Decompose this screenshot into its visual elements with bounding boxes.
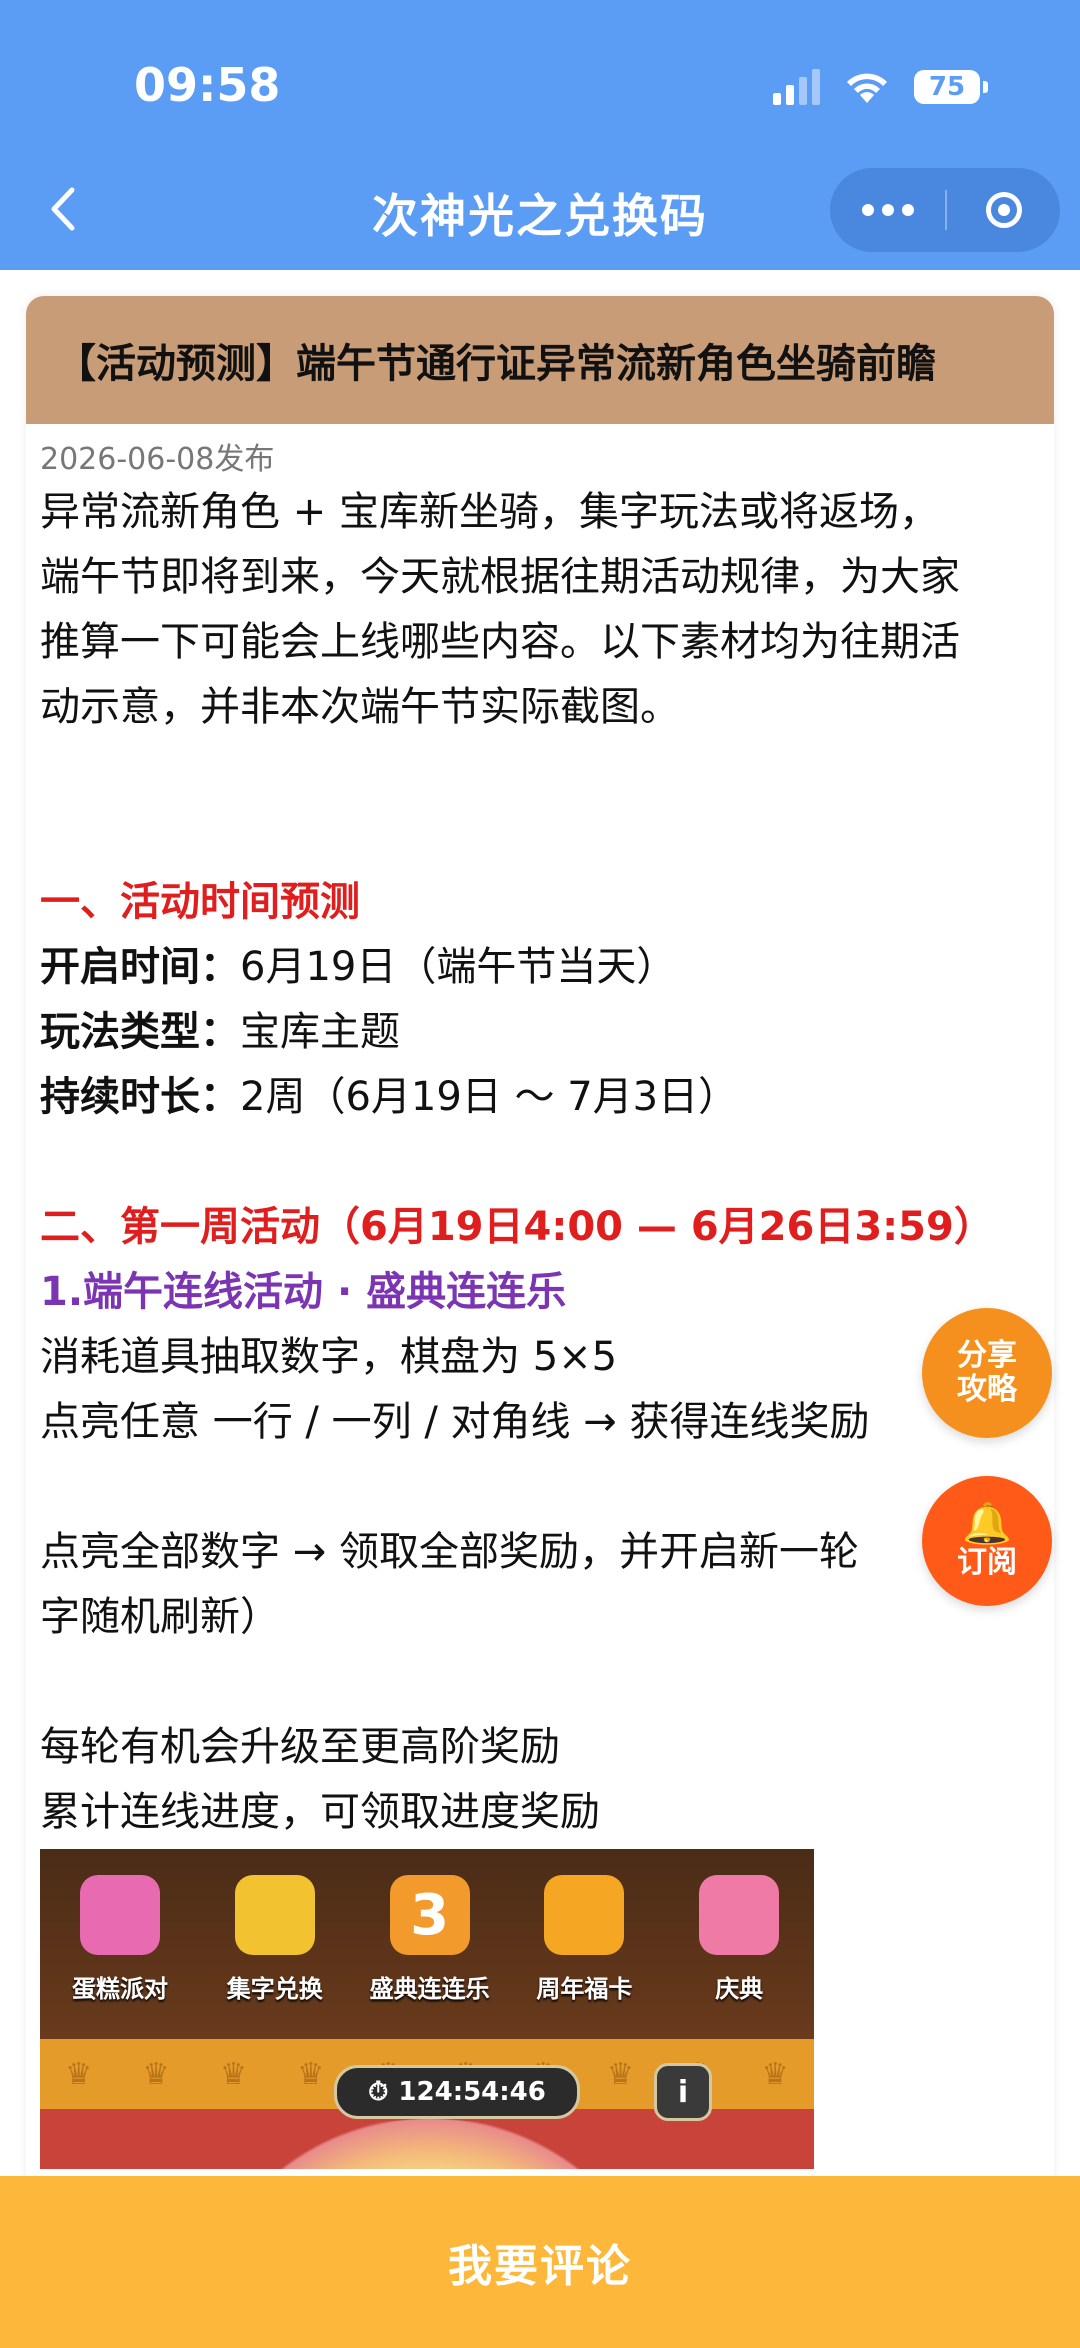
- top-bar: 09:58 75 次神光之兑换码: [0, 0, 1080, 270]
- intro-line: 推算一下可能会上线哪些内容。以下素材均为往期活: [40, 619, 960, 665]
- game-tab: 3 盛典连连乐: [350, 1849, 505, 2039]
- info-row: 玩法类型：宝库主题: [40, 1009, 400, 1055]
- balloon-icon: [699, 1875, 780, 1955]
- rainbow-graphic: [220, 2119, 640, 2169]
- info-icon: i: [654, 2063, 712, 2121]
- body-line: 消耗道具抽取数字，棋盘为 5×5: [40, 1334, 618, 1380]
- body-line: 字随机刷新）: [40, 1594, 280, 1640]
- publish-date: 2026-06-08发布: [40, 442, 275, 477]
- game-tab: 集字兑换: [195, 1849, 350, 2039]
- body-line: 累计连线进度，可领取进度奖励: [40, 1789, 600, 1835]
- intro-line: 异常流新角色 + 宝库新坐骑，集字玩法或将返场，: [40, 489, 939, 535]
- battery-icon: 75: [914, 70, 988, 104]
- bell-icon: 🔔: [962, 1501, 1012, 1547]
- comment-button[interactable]: 我要评论: [0, 2176, 1080, 2348]
- status-icons: 75: [773, 62, 988, 112]
- body-line: 点亮任意 一行 / 一列 / 对角线 → 获得连线奖励: [40, 1399, 870, 1445]
- article-card: 【活动预测】端午节通行证异常流新角色坐骑前瞻 2026-06-08发布 异常流新…: [26, 296, 1054, 2196]
- cake-icon: [80, 1875, 160, 1955]
- more-button[interactable]: [830, 204, 945, 216]
- game-tab-row: 蛋糕派对 集字兑换 3 盛典连连乐 周年福卡 庆典: [40, 1849, 814, 2039]
- star-icon: [234, 1875, 315, 1955]
- section-heading-time: 一、活动时间预测: [40, 879, 360, 925]
- wifi-icon: [844, 69, 890, 105]
- game-screenshot: 蛋糕派对 集字兑换 3 盛典连连乐 周年福卡 庆典 ♛ ♛ ♛ ♛ ♛ ♛ ⏱ …: [40, 1849, 814, 2169]
- intro-line: 端午节即将到来，今天就根据往期活动规律，为大家: [40, 554, 960, 600]
- game-tab: 周年福卡: [504, 1849, 659, 2039]
- info-row: 开启时间：6月19日（端午节当天）: [40, 944, 677, 990]
- close-button[interactable]: [947, 192, 1060, 228]
- subscribe-button[interactable]: 🔔 订阅: [922, 1476, 1052, 1606]
- signal-icon: [773, 69, 820, 105]
- game-tab: 庆典: [659, 1849, 814, 2039]
- article-title: 【活动预测】端午节通行证异常流新角色坐骑前瞻: [26, 296, 1054, 424]
- sub-heading: 1.端午连线活动 · 盛典连连乐: [40, 1269, 567, 1315]
- number-badge-icon: 3: [389, 1875, 470, 1955]
- card-icon: [544, 1875, 625, 1955]
- section-heading-week1: 二、第一周活动（6月19日4:00 — 6月26日3:59）: [40, 1204, 994, 1250]
- mini-program-capsule: [830, 168, 1060, 252]
- intro-line: 动示意，并非本次端午节实际截图。: [40, 684, 680, 730]
- game-timer: ⏱ 124:54:46: [334, 2065, 580, 2119]
- body-line: 点亮全部数字 → 领取全部奖励，并开启新一轮: [40, 1529, 859, 1575]
- body-line: 每轮有机会升级至更高阶奖励: [40, 1724, 560, 1770]
- game-tab: 蛋糕派对: [40, 1849, 195, 2039]
- clock-icon: ⏱: [368, 2076, 389, 2107]
- info-row: 持续时长：2周（6月19日 ～ 7月3日）: [40, 1074, 739, 1120]
- close-circle-icon: [985, 192, 1022, 228]
- article-content: 2026-06-08发布 异常流新角色 + 宝库新坐骑，集字玩法或将返场， 端午…: [26, 440, 1054, 2169]
- share-guide-button[interactable]: 分享 攻略: [922, 1308, 1052, 1438]
- status-time: 09:58: [134, 58, 281, 112]
